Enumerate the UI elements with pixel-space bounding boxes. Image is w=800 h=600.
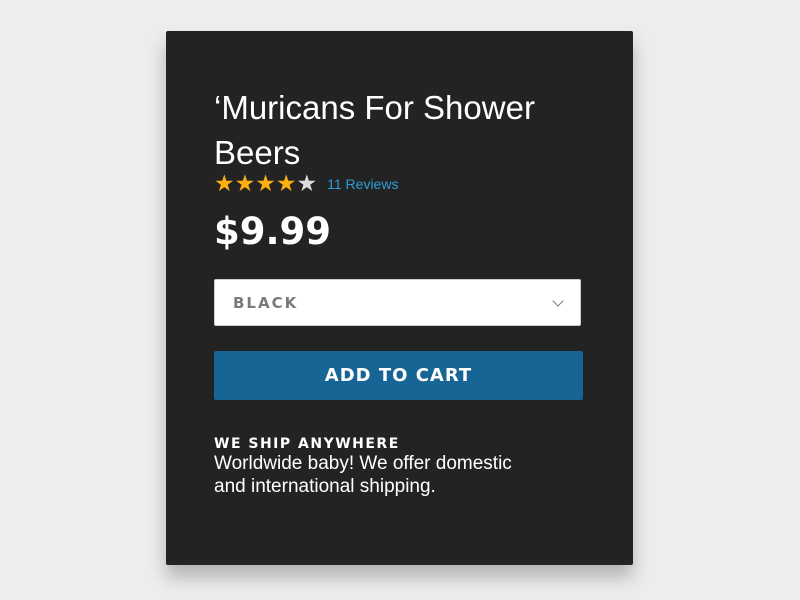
star-icon: ★ — [255, 171, 276, 197]
star-icon: ★ — [234, 171, 256, 197]
product-card: ‘Muricans For Shower Beers ★ ★ ★ ★ ★ 11 … — [166, 31, 633, 565]
product-title: ‘Muricans For Shower Beers — [214, 89, 535, 171]
star-empty-icon: ★ — [296, 171, 318, 197]
add-to-cart-button[interactable]: ADD TO CART — [214, 351, 583, 400]
star-icon: ★ — [275, 171, 297, 197]
star-icon: ★ — [214, 171, 235, 197]
chevron-down-icon — [552, 294, 564, 307]
shipping-text: Worldwide baby! We offer domestic and in… — [214, 453, 512, 497]
shipping-heading: WE SHIP ANYWHERE — [214, 436, 400, 452]
reviews-link[interactable]: 11 Reviews — [327, 176, 398, 192]
rating: ★ ★ ★ ★ ★ 11 Reviews — [214, 171, 584, 197]
color-select-value: BLACK — [233, 293, 299, 312]
color-select[interactable]: BLACK — [214, 279, 581, 326]
price: $9.99 — [214, 210, 332, 253]
